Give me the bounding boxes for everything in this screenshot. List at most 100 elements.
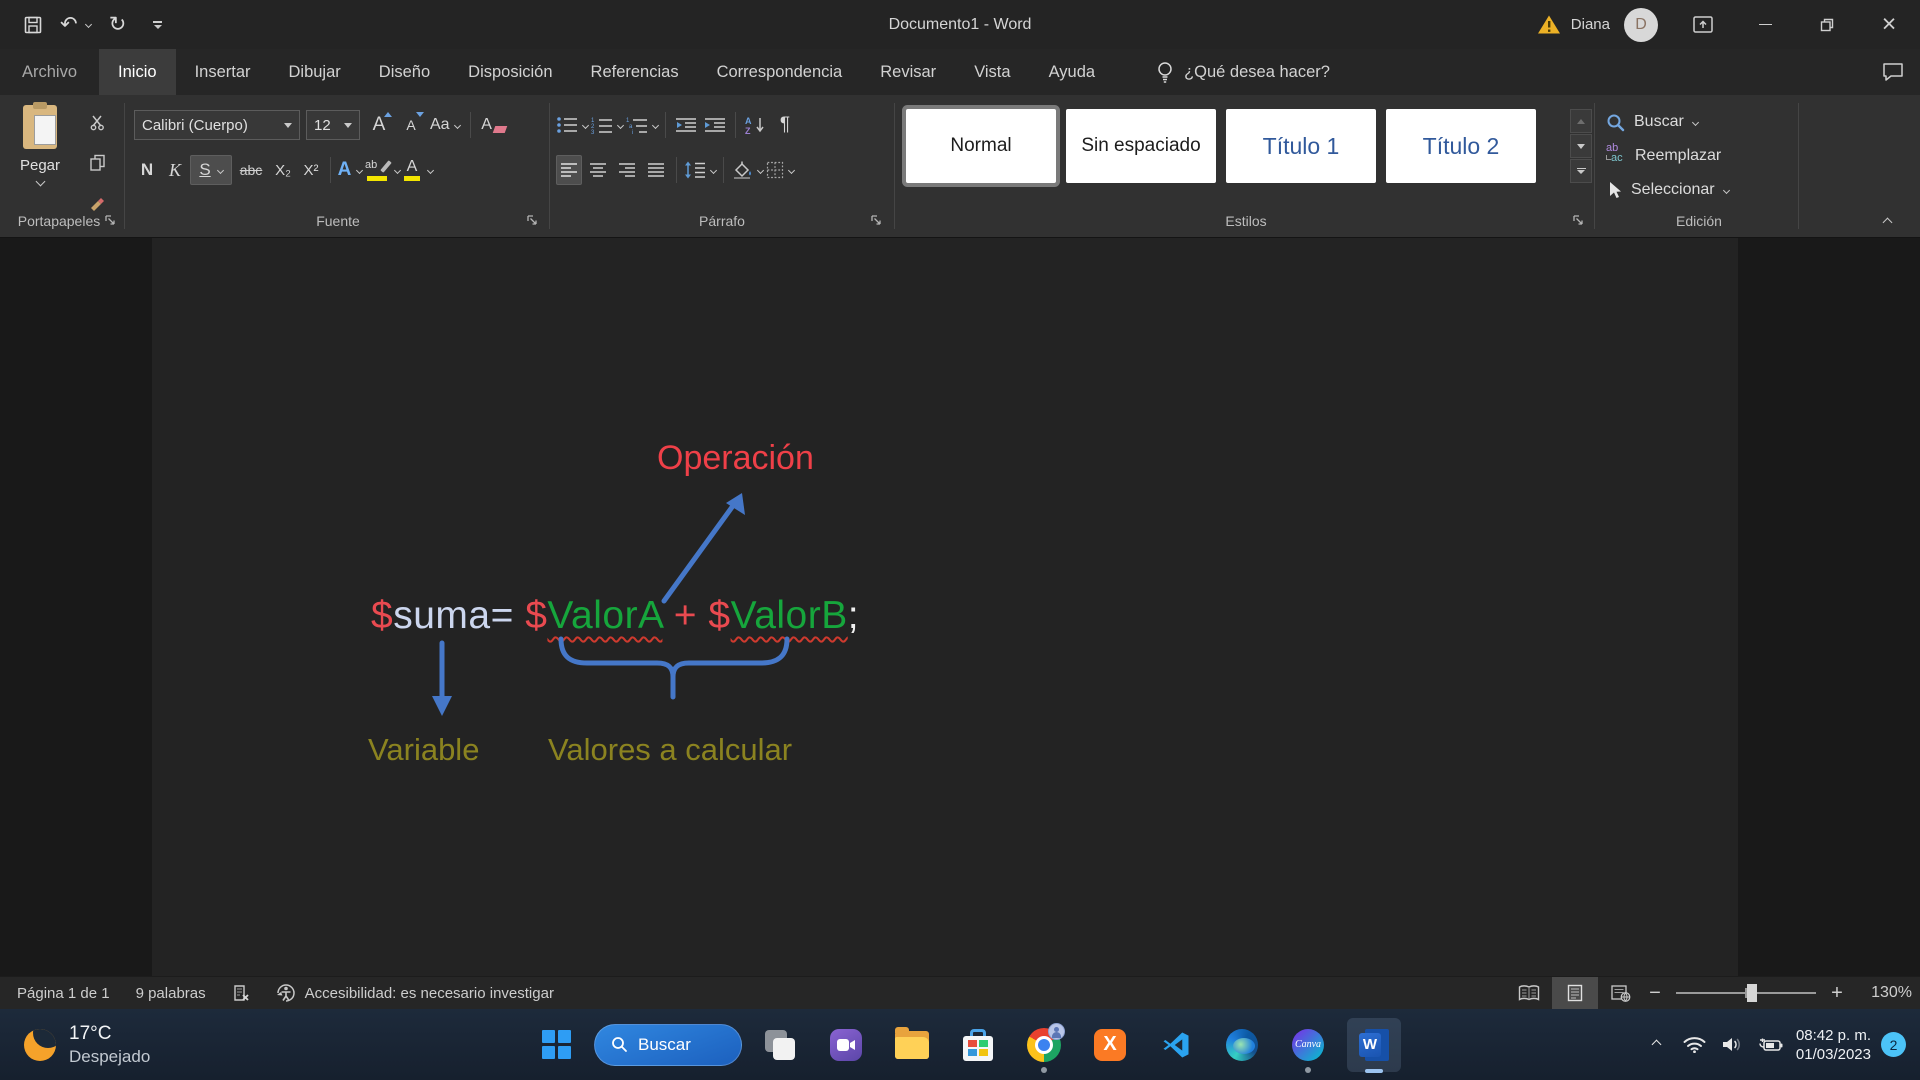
font-name-combo[interactable]: Calibri (Cuerpo) <box>134 110 300 140</box>
parrafo-dialog-launcher[interactable] <box>870 214 884 228</box>
print-layout-button[interactable] <box>1552 977 1598 1010</box>
user-name[interactable]: Diana <box>1571 16 1610 33</box>
cut-button[interactable] <box>84 107 110 137</box>
styles-scroll-down-button[interactable] <box>1570 134 1592 158</box>
style-titulo-1[interactable]: Título 1 <box>1226 109 1376 183</box>
document-page[interactable]: Operación $suma= $ValorA + $ValorB; Vari… <box>152 238 1738 976</box>
zoom-slider-thumb[interactable] <box>1747 984 1757 1002</box>
italic-button[interactable]: K <box>162 155 188 185</box>
restore-button[interactable] <box>1796 0 1858 49</box>
avatar[interactable]: D <box>1624 8 1658 42</box>
chrome-button[interactable] <box>1016 1014 1072 1076</box>
tab-ayuda[interactable]: Ayuda <box>1030 49 1115 95</box>
find-button[interactable]: Buscar <box>1606 107 1698 137</box>
warning-icon[interactable] <box>1537 14 1561 35</box>
justify-button[interactable] <box>643 155 669 185</box>
collapse-ribbon-button[interactable] <box>1884 213 1891 231</box>
font-color-button[interactable]: A <box>402 155 433 185</box>
file-explorer-button[interactable] <box>884 1014 940 1076</box>
increase-indent-button[interactable] <box>702 110 728 140</box>
strikethrough-button[interactable]: abc <box>234 155 268 185</box>
subscript-button[interactable]: X₂ <box>270 155 296 185</box>
read-mode-button[interactable] <box>1506 977 1552 1010</box>
tab-vista[interactable]: Vista <box>955 49 1029 95</box>
xampp-button[interactable]: X <box>1082 1014 1138 1076</box>
word-count[interactable]: 9 palabras <box>136 985 206 1002</box>
canva-button[interactable]: Canva <box>1280 1014 1336 1076</box>
ribbon-display-options-button[interactable] <box>1672 0 1734 49</box>
align-left-button[interactable] <box>556 155 582 185</box>
tab-disposicion[interactable]: Disposición <box>449 49 571 95</box>
save-button[interactable] <box>20 10 46 40</box>
taskbar-search[interactable]: Buscar <box>594 1024 742 1066</box>
align-right-button[interactable] <box>614 155 640 185</box>
customize-qat-button[interactable] <box>145 10 171 40</box>
undo-button[interactable]: ↶ <box>60 10 91 40</box>
style-titulo-2[interactable]: Título 2 <box>1386 109 1536 183</box>
select-button[interactable]: Seleccionar <box>1606 175 1729 205</box>
tray-chevron-button[interactable] <box>1638 1009 1676 1080</box>
zoom-out-button[interactable]: − <box>1644 982 1666 1005</box>
minimize-button[interactable] <box>1734 0 1796 49</box>
zoom-slider[interactable] <box>1676 984 1816 1002</box>
highlight-color-button[interactable]: ab <box>365 155 400 185</box>
copy-button[interactable] <box>84 147 110 177</box>
zoom-level[interactable]: 130% <box>1854 984 1912 1002</box>
tab-referencias[interactable]: Referencias <box>572 49 698 95</box>
style-sin-espaciado[interactable]: Sin espaciado <box>1066 109 1216 183</box>
line-spacing-button[interactable] <box>684 155 716 185</box>
change-case-button[interactable]: Aa <box>430 110 460 140</box>
tab-dibujar[interactable]: Dibujar <box>270 49 360 95</box>
notification-badge[interactable]: 2 <box>1881 1032 1906 1057</box>
shading-button[interactable] <box>731 155 763 185</box>
vscode-button[interactable] <box>1148 1014 1204 1076</box>
accessibility-status[interactable]: Accesibilidad: es necesario investigar <box>276 983 554 1003</box>
battery-button[interactable] <box>1752 1009 1790 1080</box>
microsoft-store-button[interactable] <box>950 1014 1006 1076</box>
tab-diseno[interactable]: Diseño <box>360 49 449 95</box>
bold-button[interactable]: N <box>134 155 160 185</box>
grow-font-button[interactable]: A <box>366 110 392 140</box>
comments-icon[interactable] <box>1882 62 1904 82</box>
weather-widget[interactable]: 17°C Despejado <box>24 1009 150 1080</box>
align-center-button[interactable] <box>585 155 611 185</box>
styles-more-button[interactable] <box>1570 159 1592 183</box>
bullets-button[interactable] <box>556 110 588 140</box>
font-size-combo[interactable]: 12 <box>306 110 360 140</box>
close-button[interactable]: × <box>1858 0 1920 49</box>
paste-button[interactable]: Pegar <box>12 105 68 185</box>
tell-me-box[interactable]: ¿Qué desea hacer? <box>1156 49 1330 95</box>
shrink-font-button[interactable]: A <box>398 110 424 140</box>
zoom-in-button[interactable]: + <box>1826 982 1848 1005</box>
underline-button[interactable]: S <box>190 155 232 185</box>
show-marks-button[interactable]: ¶ <box>772 110 798 140</box>
multilevel-list-button[interactable]: 1ai <box>626 110 658 140</box>
superscript-button[interactable]: X² <box>298 155 324 185</box>
clock[interactable]: 08:42 p. m. 01/03/2023 <box>1796 1026 1871 1064</box>
tab-inicio[interactable]: Inicio <box>99 49 176 95</box>
web-layout-button[interactable] <box>1598 977 1644 1010</box>
clear-formatting-button[interactable]: A <box>481 110 507 140</box>
tab-revisar[interactable]: Revisar <box>861 49 955 95</box>
style-normal[interactable]: Normal <box>906 109 1056 183</box>
tab-archivo[interactable]: Archivo <box>0 49 99 95</box>
proofing-errors-icon[interactable] <box>232 984 250 1002</box>
task-view-button[interactable] <box>752 1014 808 1076</box>
volume-button[interactable] <box>1714 1009 1752 1080</box>
tab-correspondencia[interactable]: Correspondencia <box>698 49 862 95</box>
replace-button[interactable]: ab ac Reemplazar <box>1606 141 1721 171</box>
redo-button[interactable]: ↻ <box>105 10 131 40</box>
decrease-indent-button[interactable] <box>673 110 699 140</box>
word-button[interactable]: W <box>1346 1014 1402 1076</box>
tab-insertar[interactable]: Insertar <box>176 49 270 95</box>
wifi-button[interactable] <box>1676 1009 1714 1080</box>
start-button[interactable] <box>528 1014 584 1076</box>
numbering-button[interactable]: 123 <box>591 110 623 140</box>
sort-button[interactable]: A Z <box>743 110 769 140</box>
text-effects-button[interactable]: A <box>337 155 363 185</box>
chat-button[interactable] <box>818 1014 874 1076</box>
edge-button[interactable] <box>1214 1014 1270 1076</box>
page-indicator[interactable]: Página 1 de 1 <box>17 985 110 1002</box>
fuente-dialog-launcher[interactable] <box>526 214 540 228</box>
borders-button[interactable] <box>766 155 794 185</box>
